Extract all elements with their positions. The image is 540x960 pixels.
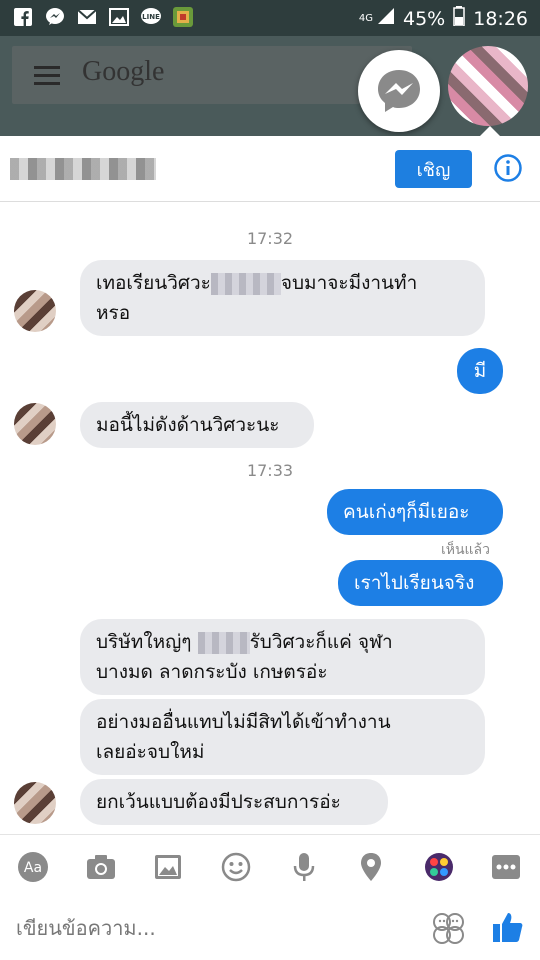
message-line: เทอเรียนวิศวะ จบมาจะมีงานทำ [96, 268, 417, 298]
status-bar: LINE 4G 45% 18:26 [0, 0, 540, 36]
message-list[interactable]: 17:32 เทอเรียนวิศวะ จบมาจะมีงานทำ หรอ มี … [0, 202, 540, 834]
messenger-chat-head[interactable] [358, 50, 440, 132]
message-text: บริษัทใหญ่ๆ [96, 631, 192, 653]
like-thumb-icon[interactable] [492, 910, 524, 948]
system-status: 4G 45% 18:26 [359, 6, 528, 31]
game-app-icon [172, 7, 194, 27]
svg-text:LINE: LINE [142, 13, 160, 21]
facebook-icon [12, 7, 34, 27]
message-text: จบมาจะมีงานทำ [280, 272, 418, 294]
clock: 18:26 [473, 7, 528, 30]
message-incoming[interactable]: บริษัทใหญ่ๆ รับวิศวะก็แค่ จุฬา บางมด ลาด… [80, 619, 485, 695]
message-text: เทอเรียนวิศวะ [96, 272, 211, 294]
contact-avatar[interactable] [14, 782, 56, 824]
network-type: 4G [358, 12, 373, 24]
battery-icon [453, 6, 465, 31]
invite-button[interactable]: เชิญ [395, 150, 472, 188]
more-icon[interactable] [490, 851, 522, 883]
microphone-icon[interactable] [288, 851, 320, 883]
camera-icon[interactable] [85, 851, 117, 883]
google-search-bar: Google [12, 46, 412, 104]
chat-head-avatar[interactable] [448, 46, 528, 126]
message-line: บริษัทใหญ่ๆ รับวิศวะก็แค่ จุฬา [96, 627, 393, 657]
message-line: อย่างมออื่นแทบไม่มีสิทได้เข้าทำงาน [96, 711, 391, 733]
signal-icon [377, 7, 395, 30]
message-line: หรอ [96, 302, 131, 324]
message-incoming[interactable]: มอนี้ไม่ดังด้านวิศวะนะ [80, 402, 314, 448]
conversation-header: เชิญ [0, 136, 540, 202]
text-format-icon[interactable]: Aa [17, 851, 49, 883]
blurred-text [210, 272, 281, 295]
chat-head-pointer [480, 126, 500, 136]
battery-level: 45% [403, 7, 446, 30]
notification-icons: LINE [12, 7, 194, 27]
stickers-icon[interactable] [431, 911, 465, 949]
message-outgoing[interactable]: มี [457, 348, 503, 394]
line-icon: LINE [140, 7, 162, 27]
message-line: เลยอ่ะจบใหม่ [96, 741, 205, 763]
messenger-notif-icon [44, 7, 66, 27]
contact-avatar[interactable] [14, 290, 56, 332]
message-incoming[interactable]: เทอเรียนวิศวะ จบมาจะมีงานทำ หรอ [80, 260, 485, 336]
timestamp: 17:33 [246, 461, 294, 480]
message-text: รับวิศวะก็แค่ จุฬา [249, 631, 393, 653]
image-notif-icon [108, 7, 130, 27]
emoji-icon[interactable] [220, 851, 252, 883]
gallery-icon[interactable] [152, 851, 184, 883]
google-label: Google [82, 56, 165, 87]
message-outgoing[interactable]: คนเก่งๆก็มีเยอะ [327, 489, 503, 535]
contact-name-blurred [10, 158, 156, 180]
composer-toolbar: Aa [0, 834, 540, 896]
message-line: บางมด ลาดกระบัง เกษตรอ่ะ [96, 661, 328, 683]
message-composer [0, 896, 540, 960]
games-icon[interactable] [423, 851, 455, 883]
message-outgoing[interactable]: เราไปเรียนจริง [338, 560, 503, 606]
messenger-icon [378, 70, 420, 112]
seen-indicator: เห็นแล้ว [440, 542, 490, 558]
blurred-text [197, 631, 250, 654]
message-input[interactable] [16, 910, 396, 946]
message-incoming[interactable]: อย่างมออื่นแทบไม่มีสิทได้เข้าทำงาน เลยอ่… [80, 699, 485, 775]
location-icon[interactable] [355, 851, 387, 883]
timestamp: 17:32 [246, 229, 294, 248]
text-format-label: Aa [24, 860, 42, 876]
info-icon[interactable] [493, 153, 523, 183]
hamburger-menu-icon [34, 66, 60, 90]
mail-icon [76, 7, 98, 27]
contact-avatar[interactable] [14, 403, 56, 445]
message-incoming[interactable]: ยกเว้นแบบต้องมีประสบการอ่ะ [80, 779, 388, 825]
